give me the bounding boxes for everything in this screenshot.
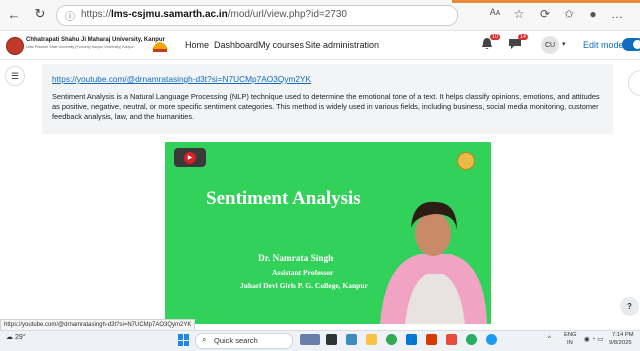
nav-site-administration[interactable]: Site administration xyxy=(305,40,379,50)
refresh-page-icon[interactable]: ⟳ xyxy=(538,7,552,21)
widget-app-icon[interactable] xyxy=(300,334,320,345)
emblem-icon xyxy=(152,42,168,52)
windows-taskbar xyxy=(0,330,640,351)
presenter-image xyxy=(380,201,487,324)
info-icon[interactable]: ⓘ xyxy=(65,8,75,23)
reload-icon[interactable]: ↻ xyxy=(32,6,48,22)
chrome-icon[interactable] xyxy=(386,334,397,345)
clock-date[interactable]: 9/8/2025 xyxy=(609,340,632,346)
taskbar-search[interactable]: ⌕ Quick search xyxy=(195,333,293,349)
more-menu-icon[interactable]: … xyxy=(610,7,624,21)
list-icon: ☰ xyxy=(10,70,20,81)
notification-count-badge: 10 xyxy=(489,34,500,40)
edit-mode-label: Edit mode xyxy=(583,40,624,50)
file-explorer-icon[interactable] xyxy=(366,334,377,345)
user-avatar[interactable]: CU xyxy=(541,36,559,54)
video-title: Sentiment Analysis xyxy=(206,188,361,209)
edit-mode-toggle[interactable] xyxy=(622,38,640,51)
read-aloud-icon[interactable]: Aᴀ xyxy=(488,7,502,17)
resource-description: Sentiment Analysis is a Natural Language… xyxy=(52,92,600,122)
video-player[interactable] xyxy=(165,142,491,324)
explorer-icon[interactable] xyxy=(346,334,357,345)
university-name: Chhatrapati Shahu Ji Maharaj University,… xyxy=(26,37,165,43)
favorite-icon[interactable]: ☆ xyxy=(512,7,526,21)
notification-button[interactable]: 10 xyxy=(480,34,500,53)
language-bottom[interactable]: IN xyxy=(567,340,573,346)
whatsapp-icon[interactable] xyxy=(466,334,477,345)
weather-icon: ☁ xyxy=(6,334,15,341)
chevron-up-icon[interactable]: ^ xyxy=(548,335,551,342)
open-course-index-button[interactable]: ☰ xyxy=(5,66,25,86)
help-button[interactable]: ? xyxy=(620,297,639,316)
university-logo[interactable] xyxy=(6,37,24,55)
presenter-role: Assistant Professor xyxy=(272,268,334,277)
address-bar[interactable]: ⓘ https://lms-csjmu.samarth.ac.in/mod/ur… xyxy=(56,5,458,26)
youtube-link[interactable]: https://youtube.com/@drnamratasingh-d3t?… xyxy=(52,74,311,84)
play-button[interactable]: ▶ xyxy=(174,148,206,167)
weather-temp: 29° xyxy=(14,334,26,341)
channel-logo xyxy=(457,152,475,170)
zoom-icon[interactable] xyxy=(446,334,457,345)
taskbar-search-placeholder: Quick search xyxy=(214,336,258,345)
message-count-badge: 14 xyxy=(517,34,528,40)
play-icon: ▶ xyxy=(184,151,196,164)
profile-icon[interactable]: ● xyxy=(586,7,600,21)
nav-dashboard[interactable]: Dashboard xyxy=(214,40,258,50)
chevron-down-icon[interactable]: ▾ xyxy=(562,40,566,48)
presenter-name: Dr. Namrata Singh xyxy=(258,254,334,264)
back-icon[interactable]: ← xyxy=(6,6,22,22)
start-button[interactable] xyxy=(178,334,190,346)
search-icon: ⌕ xyxy=(202,335,207,344)
outlook-icon[interactable] xyxy=(406,334,417,345)
clock-time[interactable]: 7:14 PM xyxy=(612,332,634,338)
open-block-drawer-button[interactable] xyxy=(628,70,640,96)
weather-widget[interactable]: ☁ 29° xyxy=(6,333,26,341)
task-view-icon[interactable] xyxy=(326,334,337,345)
url-text: https://lms-csjmu.samarth.ac.in/mod/url/… xyxy=(81,9,347,20)
edge-icon[interactable] xyxy=(486,334,497,345)
nav-my-courses[interactable]: My courses xyxy=(258,40,304,50)
presenter-college: Juhari Devi Girls P. G. College, Kanpur xyxy=(240,281,368,290)
university-subtitle: Uttar Pradesh State University (Formerly… xyxy=(26,45,134,49)
language-top[interactable]: ENG xyxy=(564,332,577,338)
wifi-volume-battery-icon[interactable]: ◉ ◔ ▭ xyxy=(584,335,603,343)
powerpoint-icon[interactable] xyxy=(426,334,437,345)
tab-highlight xyxy=(452,0,640,3)
favorites-bar-icon[interactable]: ✩ xyxy=(562,7,576,21)
nav-home[interactable]: Home xyxy=(185,40,209,50)
messages-button[interactable]: 14 xyxy=(508,34,528,53)
